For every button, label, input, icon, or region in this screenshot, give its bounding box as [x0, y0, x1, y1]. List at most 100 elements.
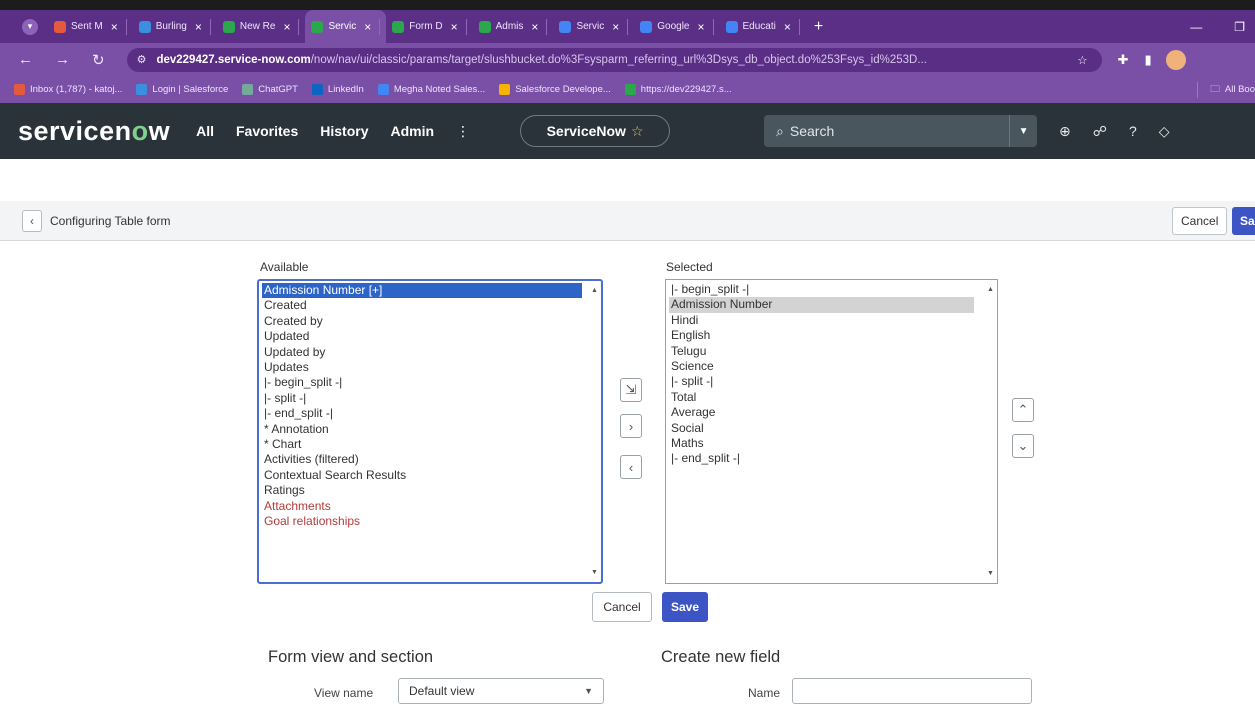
profile-avatar[interactable]	[1165, 49, 1186, 70]
bookmark-item[interactable]: Megha Noted Sales...	[377, 84, 485, 95]
site-info-icon[interactable]: ⚙	[137, 53, 147, 66]
header-save-button[interactable]: Sa	[1232, 207, 1255, 235]
nav-more-menu[interactable]: ⋮	[456, 123, 470, 140]
search-dropdown-icon[interactable]: ▼	[1009, 115, 1038, 147]
view-name-select[interactable]: Default view ▼	[398, 678, 604, 704]
selected-option[interactable]: Admission Number	[669, 297, 974, 313]
available-option[interactable]: * Chart	[262, 437, 598, 452]
back-button[interactable]: ‹	[22, 209, 42, 232]
close-icon[interactable]: ×	[364, 20, 371, 34]
selected-scrollbar[interactable]: ▲ ▼	[984, 280, 997, 583]
sidepanel-icon[interactable]: ▮	[1144, 52, 1151, 68]
scroll-down-icon[interactable]: ▼	[591, 565, 598, 580]
save-button[interactable]: Save	[662, 592, 708, 622]
servicenow-logo[interactable]: servicenow	[18, 116, 170, 147]
bookmark-star-icon[interactable]: ☆	[1077, 53, 1087, 67]
maximize-icon[interactable]: ❐	[1234, 20, 1245, 34]
selected-listbox[interactable]: |- begin_split -| Admission Number Hindi En…	[665, 279, 998, 584]
bookmark-item[interactable]: ChatGPT	[242, 84, 298, 95]
chat-icon[interactable]: ☍	[1093, 123, 1107, 140]
available-option[interactable]: Admission Number [+]	[262, 283, 582, 299]
add-button[interactable]: ›	[620, 414, 642, 438]
back-arrow-icon[interactable]: ←	[18, 51, 33, 68]
available-option[interactable]: Updated	[262, 329, 598, 344]
nav-all[interactable]: All	[196, 123, 214, 139]
nav-history[interactable]: History	[320, 123, 368, 139]
available-option[interactable]: Updates	[262, 360, 598, 375]
available-option[interactable]: Activities (filtered)	[262, 452, 598, 467]
scroll-up-icon[interactable]: ▲	[987, 282, 994, 297]
selected-option[interactable]: |- split -|	[669, 374, 994, 389]
scroll-down-icon[interactable]: ▼	[987, 566, 994, 581]
available-option[interactable]: Attachments	[262, 499, 598, 514]
browser-tab[interactable]: Sent M ×	[48, 10, 133, 43]
new-tab-button[interactable]: +	[814, 18, 823, 36]
reload-icon[interactable]: ↻	[92, 51, 105, 69]
close-icon[interactable]: ×	[698, 20, 705, 34]
browser-tab[interactable]: Google ×	[634, 10, 719, 43]
bookmark-item[interactable]: Salesforce Develope...	[499, 84, 611, 95]
browser-tab[interactable]: Form D ×	[386, 10, 472, 43]
selected-option[interactable]: Social	[669, 421, 994, 436]
close-icon[interactable]: ×	[451, 20, 458, 34]
globe-icon[interactable]: ⊕	[1059, 123, 1071, 140]
browser-tab[interactable]: Burling ×	[133, 10, 217, 43]
browser-tab[interactable]: Servic ×	[305, 10, 387, 43]
close-icon[interactable]: ×	[531, 20, 538, 34]
split-button[interactable]: ⇲	[620, 378, 642, 402]
move-up-button[interactable]: ⌃	[1012, 398, 1034, 422]
available-option[interactable]: |- begin_split -|	[262, 375, 598, 390]
bookmark-item[interactable]: Login | Salesforce	[136, 84, 228, 95]
available-option[interactable]: Updated by	[262, 345, 598, 360]
header-cancel-button[interactable]: Cancel	[1172, 207, 1228, 235]
url-input[interactable]: ⚙ dev229427.service-now.com/now/nav/ui/c…	[126, 47, 1102, 72]
browser-tab[interactable]: Educati ×	[720, 10, 806, 43]
selected-option[interactable]: Total	[669, 390, 994, 405]
field-name-input[interactable]	[792, 678, 1032, 704]
selected-option[interactable]: |- end_split -|	[669, 451, 994, 466]
cancel-button[interactable]: Cancel	[592, 592, 652, 622]
close-icon[interactable]: ×	[784, 20, 791, 34]
nav-admin[interactable]: Admin	[390, 123, 434, 139]
close-icon[interactable]: ×	[283, 20, 290, 34]
selected-option[interactable]: English	[669, 328, 994, 343]
scroll-up-icon[interactable]: ▲	[591, 283, 598, 298]
available-option[interactable]: |- split -|	[262, 391, 598, 406]
help-icon[interactable]: ?	[1129, 123, 1137, 139]
move-down-button[interactable]: ⌄	[1012, 434, 1034, 458]
browser-tab[interactable]: Servic ×	[553, 10, 634, 43]
tab-search-icon[interactable]: ▾	[22, 18, 38, 35]
bookmark-item[interactable]: https://dev229427.s...	[624, 84, 732, 95]
browser-tab[interactable]: Admis ×	[473, 10, 554, 43]
search-input[interactable]: ⌕ Search	[764, 115, 1010, 147]
available-option[interactable]: Created by	[262, 314, 598, 329]
selected-option[interactable]: Science	[669, 359, 994, 374]
scope-pill[interactable]: ServiceNow ☆	[520, 115, 671, 147]
nav-favorites[interactable]: Favorites	[236, 123, 298, 139]
bookmark-item[interactable]: LinkedIn	[311, 84, 364, 95]
available-option[interactable]: Ratings	[262, 483, 598, 498]
selected-option[interactable]: Average	[669, 405, 994, 420]
notifications-icon[interactable]: ◇	[1159, 123, 1170, 140]
available-option[interactable]: |- end_split -|	[262, 406, 598, 421]
available-option[interactable]: Goal relationships	[262, 514, 598, 529]
available-option[interactable]: * Annotation	[262, 422, 598, 437]
remove-button[interactable]: ‹	[620, 455, 642, 479]
available-option[interactable]: Created	[262, 298, 598, 313]
bookmark-item[interactable]: Inbox (1,787) - katoj...	[14, 84, 122, 95]
selected-option[interactable]: Hindi	[669, 313, 994, 328]
extensions-icon[interactable]: ✚	[1118, 52, 1129, 68]
close-icon[interactable]: ×	[111, 20, 118, 34]
minimize-icon[interactable]: —	[1190, 20, 1202, 34]
available-scrollbar[interactable]: ▲ ▼	[588, 281, 601, 582]
all-bookmarks[interactable]: 🗀 All Boo	[1197, 81, 1255, 98]
available-option[interactable]: Contextual Search Results	[262, 468, 598, 483]
browser-tab[interactable]: New Re ×	[217, 10, 306, 43]
close-icon[interactable]: ×	[612, 20, 619, 34]
selected-option[interactable]: Maths	[669, 436, 994, 451]
selected-option[interactable]: |- begin_split -|	[669, 282, 994, 297]
forward-arrow-icon[interactable]: →	[55, 51, 70, 68]
available-listbox[interactable]: Admission Number [+] Created Created by Upd…	[257, 279, 603, 584]
close-icon[interactable]: ×	[195, 20, 202, 34]
selected-option[interactable]: Telugu	[669, 344, 994, 359]
